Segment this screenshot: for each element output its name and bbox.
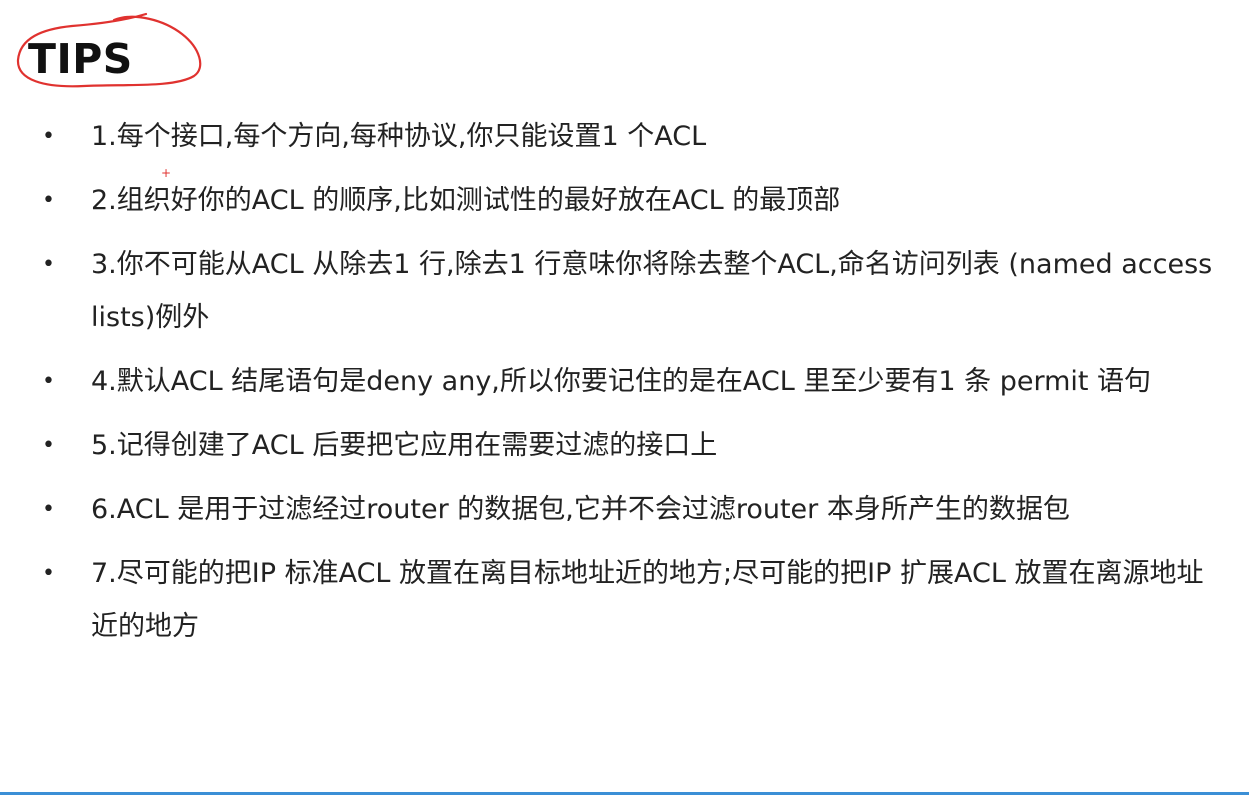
tip-text: 3.你不可能从ACL 从除去1 行,除去1 行意味你将除去整个ACL,命名访问列… <box>91 249 1213 333</box>
bullet-icon: • <box>42 561 55 586</box>
list-item: • 7.尽可能的把IP 标准ACL 放置在离目标地址近的地方;尽可能的把IP 扩… <box>0 547 1249 653</box>
tip-text: 5.记得创建了ACL 后要把它应用在需要过滤的接口上 <box>91 430 718 461</box>
bullet-icon: • <box>42 252 55 277</box>
tip-text: 7.尽可能的把IP 标准ACL 放置在离目标地址近的地方;尽可能的把IP 扩展A… <box>91 558 1204 642</box>
tip-text: 4.默认ACL 结尾语句是deny any,所以你要记住的是在ACL 里至少要有… <box>91 366 1152 397</box>
tip-text: 1.每个接口,每个方向,每种协议,你只能设置1 个ACL <box>91 121 707 152</box>
bullet-icon: • <box>42 369 55 394</box>
bullet-icon: • <box>42 124 55 149</box>
page-title: TIPS <box>28 35 133 83</box>
bullet-icon: • <box>42 433 55 458</box>
bullet-icon: • <box>42 497 55 522</box>
list-item: • 3.你不可能从ACL 从除去1 行,除去1 行意味你将除去整个ACL,命名访… <box>0 238 1249 344</box>
list-item: • 4.默认ACL 结尾语句是deny any,所以你要记住的是在ACL 里至少… <box>0 355 1249 408</box>
bullet-icon: • <box>42 188 55 213</box>
title-area: TIPS <box>14 8 204 100</box>
tip-text: 6.ACL 是用于过滤经过router 的数据包,它并不会过滤router 本身… <box>91 494 1070 525</box>
list-item: • 6.ACL 是用于过滤经过router 的数据包,它并不会过滤router … <box>0 483 1249 536</box>
list-item: • 1.每个接口,每个方向,每种协议,你只能设置1 个ACL <box>0 110 1249 163</box>
list-item: • 5.记得创建了ACL 后要把它应用在需要过滤的接口上 <box>0 419 1249 472</box>
list-item: • 2.组织好你的ACL 的顺序,比如测试性的最好放在ACL 的最顶部 <box>0 174 1249 227</box>
tips-list: • 1.每个接口,每个方向,每种协议,你只能设置1 个ACL • 2.组织好你的… <box>0 110 1249 653</box>
tip-text: 2.组织好你的ACL 的顺序,比如测试性的最好放在ACL 的最顶部 <box>91 185 841 216</box>
